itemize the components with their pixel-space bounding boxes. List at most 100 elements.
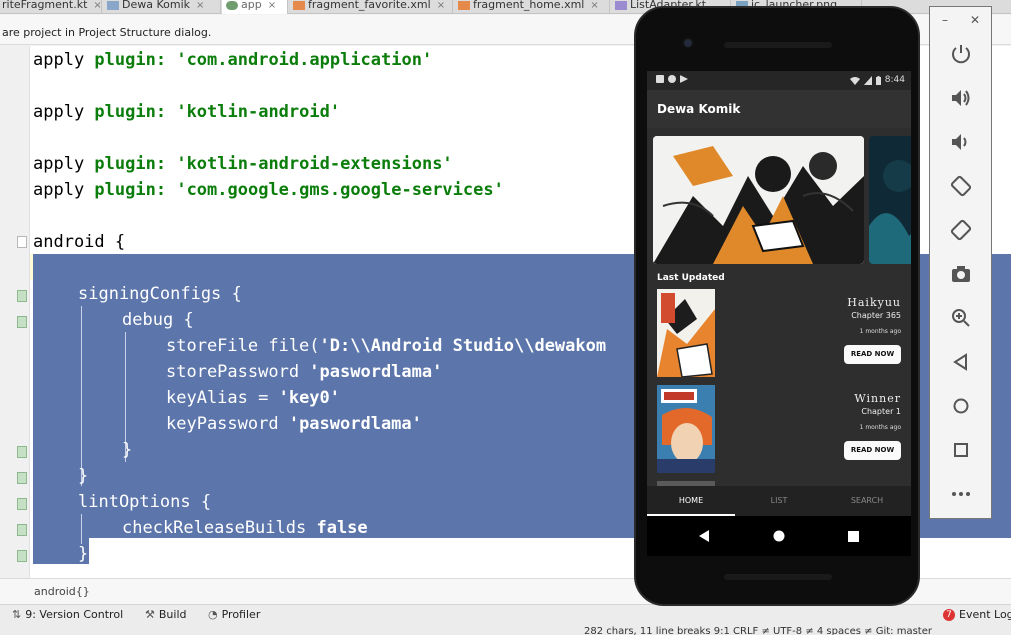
event-log-button[interactable]: 7 Event Log [943, 605, 1011, 625]
zoom-in-icon [952, 309, 970, 327]
nav-tab-home[interactable]: HOME [647, 486, 735, 516]
screenshot-button[interactable] [948, 261, 974, 287]
editor-gutter [0, 46, 30, 578]
version-control-button[interactable]: ⇅ 9: Version Control [12, 605, 123, 625]
close-icon[interactable]: × [590, 0, 598, 11]
fold-marker-icon[interactable] [17, 290, 27, 302]
fold-marker-icon[interactable] [17, 236, 27, 248]
back-button[interactable] [948, 349, 974, 375]
tab-favorite-fragment[interactable]: riteFragment.kt × [0, 0, 102, 14]
emulator-toolbar: – ✕ [929, 6, 992, 519]
minimize-button[interactable]: – [942, 13, 948, 27]
xml-file-icon [293, 1, 305, 10]
device-screen[interactable]: 8:44 Dewa Komik Last Updated Haikyuu Cha… [647, 71, 911, 556]
code-token: apply [33, 102, 95, 122]
read-now-button[interactable]: READ NOW [844, 441, 901, 460]
bottom-navigation: HOME LIST SEARCH [647, 486, 911, 516]
code-line-1: apply plugin: 'com.android.application' [33, 47, 432, 73]
home-circle-icon [953, 398, 969, 414]
close-icon[interactable]: × [437, 0, 445, 11]
home-button[interactable] [948, 393, 974, 419]
code-token: keyAlias = [166, 388, 279, 408]
wifi-icon [849, 76, 860, 85]
manga-artwork [653, 136, 864, 264]
camera-icon [952, 266, 970, 282]
fold-marker-icon[interactable] [17, 550, 27, 562]
fold-marker-icon[interactable] [17, 446, 27, 458]
nav-tab-search[interactable]: SEARCH [823, 486, 911, 516]
rotate-left-button[interactable] [948, 173, 974, 199]
manga-list-item[interactable]: Haikyuu Chapter 365 1 months ago READ NO… [655, 289, 905, 379]
code-line-16: } [78, 544, 89, 564]
system-indicators: 8:44 [849, 75, 905, 85]
back-triangle-icon [953, 353, 967, 371]
front-camera [682, 37, 694, 49]
ide-window: riteFragment.kt × Dewa Komik × app × fragme… [0, 0, 1011, 635]
project-icon [107, 1, 119, 10]
manga-list-item[interactable]: Winner Chapter 1 1 months ago READ NOW [655, 385, 905, 475]
app-title-bar: Dewa Komik [647, 90, 911, 128]
rotate-right-button[interactable] [948, 217, 974, 243]
home-button[interactable] [771, 528, 787, 544]
back-button[interactable] [697, 528, 713, 544]
close-button[interactable]: ✕ [970, 13, 980, 27]
tab-fragment-favorite-xml[interactable]: fragment_favorite.xml × [289, 0, 453, 14]
manga-title: Winner [854, 392, 901, 405]
fold-marker-icon[interactable] [17, 498, 27, 510]
rotate-left-icon [950, 175, 972, 197]
zoom-button[interactable] [948, 305, 974, 331]
fold-marker-icon[interactable] [17, 472, 27, 484]
code-token: apply [33, 180, 95, 200]
recents-button[interactable] [845, 528, 861, 544]
code-token: plugin: [94, 154, 167, 174]
tab-label: fragment_home.xml [473, 0, 585, 11]
code-token: plugin: [94, 50, 167, 70]
recents-icon [847, 530, 859, 542]
overview-button[interactable] [948, 437, 974, 463]
code-token: 'kotlin-android-extensions' [176, 154, 453, 174]
earpiece-speaker [724, 42, 832, 48]
volume-up-icon [952, 90, 970, 106]
code-token: 'D:\\Android Studio\\dewakom [319, 336, 607, 356]
back-icon [699, 530, 709, 542]
code-line-8: storeFile file('D:\\Android Studio\\dewa… [166, 333, 606, 359]
tab-app[interactable]: app × [222, 0, 288, 14]
close-icon[interactable]: × [196, 0, 204, 11]
banner-image[interactable] [653, 136, 864, 264]
overview-square-icon [954, 443, 968, 457]
event-log-label: Event Log [959, 608, 1011, 621]
notification-icon [656, 75, 664, 83]
tab-label: app [241, 0, 262, 11]
tab-dewa-komik[interactable]: Dewa Komik × [103, 0, 221, 14]
build-button[interactable]: ⚒ Build [145, 605, 187, 625]
read-now-button[interactable]: READ NOW [844, 345, 901, 364]
gradle-icon [226, 1, 238, 10]
android-status-bar: 8:44 [647, 71, 911, 90]
volume-up-button[interactable] [948, 85, 974, 111]
banner-image-next[interactable] [869, 136, 911, 264]
home-icon [773, 530, 785, 542]
close-icon[interactable]: × [93, 0, 101, 11]
code-token: storeFile file( [166, 336, 320, 356]
signal-icon [863, 75, 872, 85]
power-icon [952, 45, 970, 64]
nav-tab-list[interactable]: LIST [735, 486, 823, 516]
code-line-9: storePassword 'paswordlama' [166, 359, 442, 385]
power-button[interactable] [948, 41, 974, 67]
tab-fragment-home-xml[interactable]: fragment_home.xml × [454, 0, 610, 14]
code-token: plugin: [94, 180, 167, 200]
fold-marker-icon[interactable] [17, 316, 27, 328]
profiler-button[interactable]: ◔ Profiler [208, 605, 260, 625]
manga-chapter: Chapter 1 [861, 407, 901, 416]
fold-marker-icon[interactable] [17, 524, 27, 536]
close-icon[interactable]: × [268, 0, 276, 11]
volume-down-button[interactable] [948, 129, 974, 155]
more-options-button[interactable] [948, 481, 974, 507]
code-token: 'com.android.application' [176, 50, 433, 70]
indent-guide [81, 306, 82, 486]
breadcrumb-item[interactable]: android{} [34, 585, 90, 598]
code-line-10: keyAlias = 'key0' [166, 385, 340, 411]
code-token: keyPassword [166, 414, 289, 434]
code-line-15: checkReleaseBuilds false [122, 515, 368, 541]
tab-label: fragment_favorite.xml [308, 0, 431, 11]
